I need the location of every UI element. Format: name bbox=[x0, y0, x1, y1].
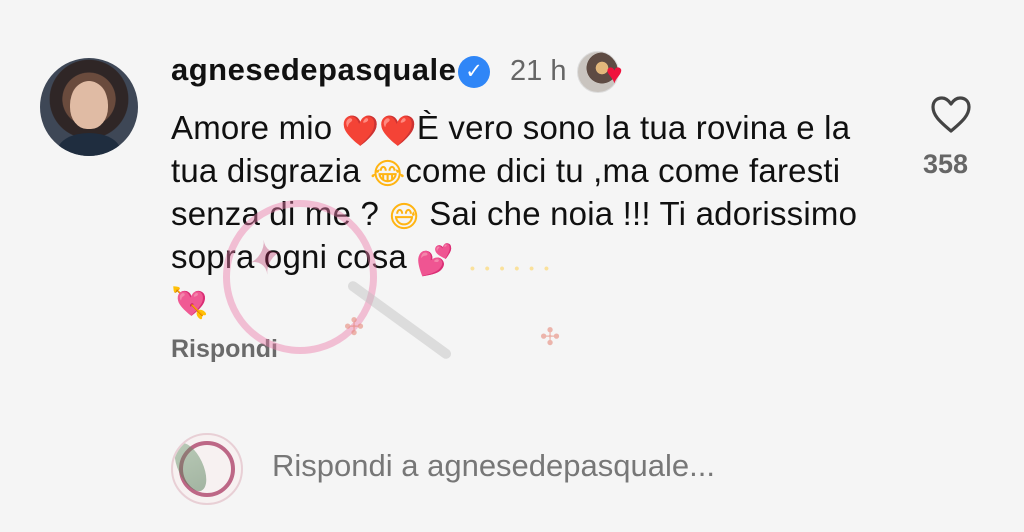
like-count: 358 bbox=[923, 149, 969, 179]
reply-input[interactable]: Rispondi a agnesedepasquale... bbox=[272, 448, 715, 484]
paw-icon: ✣ bbox=[540, 324, 561, 351]
laughing-face-emoji: 😂 bbox=[370, 158, 406, 191]
comment-text: Amore mio ❤️❤️È vero sono la tua rovina … bbox=[171, 106, 876, 321]
comment-author-avatar[interactable] bbox=[40, 58, 138, 156]
two-hearts-emoji: 💕 bbox=[416, 244, 454, 277]
current-user-avatar bbox=[171, 433, 243, 505]
comment-text-part-1: Amore mio bbox=[171, 109, 342, 146]
red-hearts-emoji: ❤️❤️ bbox=[341, 115, 417, 148]
reply-button[interactable]: Rispondi bbox=[171, 335, 278, 364]
red-heart-icon: ♥ bbox=[606, 58, 623, 89]
heart-arrow-emoji: 💘 bbox=[171, 287, 209, 320]
comment-time: 21 h bbox=[510, 55, 567, 87]
verified-icon: ✓ bbox=[458, 56, 490, 88]
comment-username[interactable]: agnesedepasquale bbox=[171, 52, 456, 88]
heart-outline-icon[interactable] bbox=[930, 96, 972, 134]
sparkle-icon: • • • • • • bbox=[470, 260, 552, 276]
sweat-smile-emoji: 😅 bbox=[388, 201, 420, 234]
